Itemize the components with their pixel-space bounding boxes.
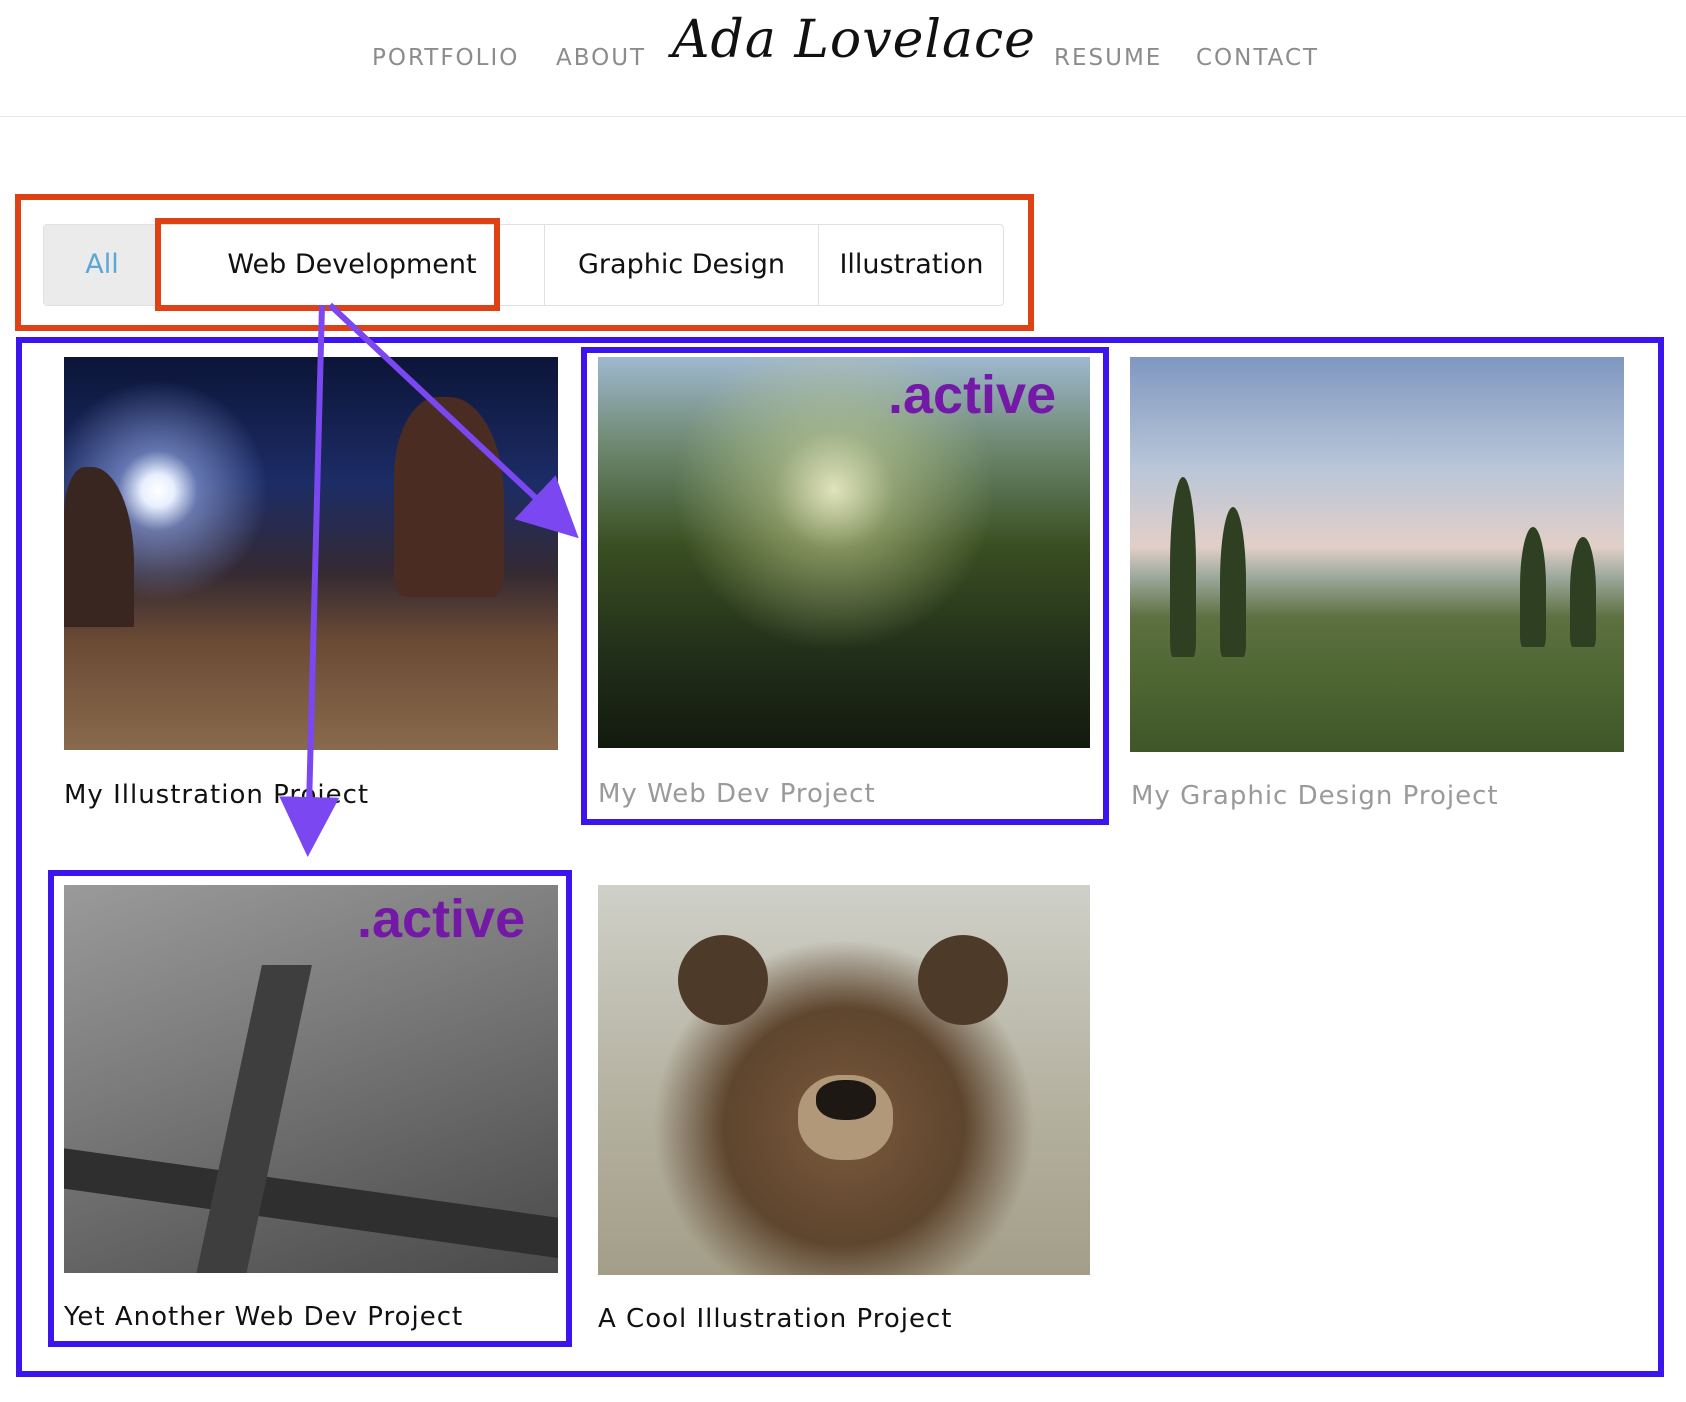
annotation-arrows	[279, 302, 579, 857]
arrow-diagonal-icon	[327, 302, 579, 539]
arrow-down-icon	[279, 304, 340, 857]
